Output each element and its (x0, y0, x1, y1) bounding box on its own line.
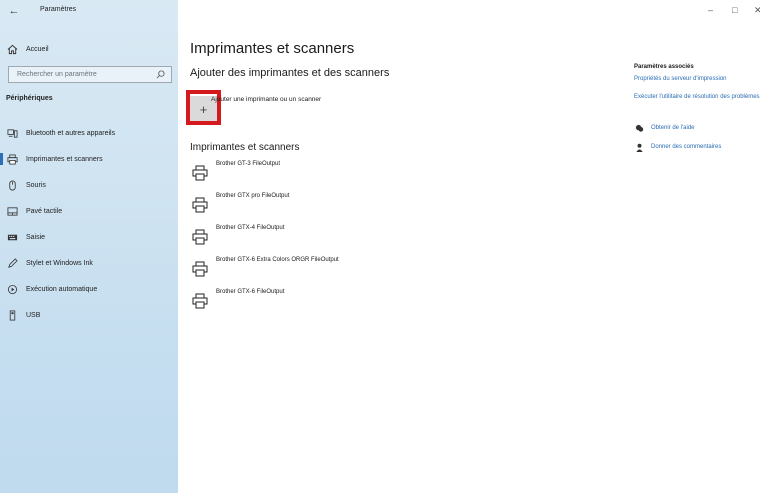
home-icon (6, 43, 18, 55)
printer-item[interactable]: Brother GTX-6 Extra Colors ORGR FileOutp… (190, 254, 490, 286)
feedback-row[interactable]: Donner des commentaires (634, 142, 760, 152)
printer-name: Brother GTX-6 FileOutput (216, 289, 285, 295)
sidebar-item-label: USB (26, 311, 41, 319)
get-help-link[interactable]: Obtenir de l'aide (651, 125, 695, 131)
bluetooth-devices-icon (6, 127, 18, 139)
search-icon[interactable] (156, 66, 165, 84)
autoplay-icon (6, 283, 18, 295)
printer-icon (192, 229, 208, 245)
printer-name: Brother GTX-6 Extra Colors ORGR FileOutp… (216, 257, 339, 263)
minimize-button[interactable]: – (708, 5, 713, 15)
get-help-row[interactable]: Obtenir de l'aide (634, 123, 760, 133)
sidebar-item-label: Saisie (26, 233, 46, 241)
printer-item[interactable]: Brother GT-3 FileOutput (190, 158, 490, 190)
add-printer-label[interactable]: Ajouter une imprimante ou un scanner (211, 96, 321, 103)
touchpad-icon (6, 205, 18, 217)
sidebar-item-bluetooth[interactable]: Bluetooth et autres appareils (0, 120, 178, 146)
search-input[interactable]: Rechercher un paramètre (8, 66, 172, 83)
page-title: Imprimantes et scanners (190, 40, 355, 57)
troubleshooter-link[interactable]: Exécuter l'utilitaire de résolution des … (634, 93, 760, 102)
printer-icon (192, 197, 208, 213)
help-chat-icon (634, 123, 644, 133)
printer-item[interactable]: Brother GTX-4 FileOutput (190, 222, 490, 254)
usb-icon (6, 309, 18, 321)
sidebar-section-title: Périphériques (6, 95, 53, 102)
sidebar-home[interactable]: Accueil (6, 42, 49, 56)
sidebar-item-label: Stylet et Windows Ink (26, 259, 93, 267)
sidebar-item-label: Pavé tactile (26, 207, 63, 215)
sidebar-item-touchpad[interactable]: Pavé tactile (0, 198, 178, 224)
feedback-link[interactable]: Donner des commentaires (651, 144, 721, 150)
sidebar-home-label: Accueil (26, 45, 49, 53)
sidebar-item-label: Exécution automatique (26, 285, 98, 293)
sidebar-item-label: Imprimantes et scanners (26, 155, 103, 163)
sidebar-item-usb[interactable]: USB (0, 302, 178, 328)
sidebar-item-printers[interactable]: Imprimantes et scanners (0, 146, 178, 172)
sidebar-item-mouse[interactable]: Souris (0, 172, 178, 198)
printer-icon (192, 165, 208, 181)
main-content: Imprimantes et scanners Ajouter des impr… (178, 24, 760, 493)
sidebar-item-typing[interactable]: Saisie (0, 224, 178, 250)
search-placeholder: Rechercher un paramètre (17, 71, 97, 78)
sidebar-item-autoplay[interactable]: Exécution automatique (0, 276, 178, 302)
printer-name: Brother GT-3 FileOutput (216, 161, 281, 167)
add-section-title: Ajouter des imprimantes et des scanners (190, 67, 390, 79)
related-settings-title: Paramètres associés (634, 64, 694, 70)
related-settings: Paramètres associés Propriétés du serveu… (634, 64, 760, 161)
feedback-icon (634, 142, 644, 152)
printer-list: Brother GT-3 FileOutput Brother GTX pro … (190, 158, 490, 318)
printer-icon (192, 261, 208, 277)
settings-window: Accueil Rechercher un paramètre Périphér… (0, 0, 760, 493)
printer-icon (192, 293, 208, 309)
close-button[interactable]: ✕ (754, 5, 760, 15)
pen-icon (6, 257, 18, 269)
printer-icon (6, 153, 18, 165)
printer-name: Brother GTX-4 FileOutput (216, 225, 285, 231)
sidebar-item-label: Souris (26, 181, 46, 189)
window-title: Paramètres (40, 6, 77, 13)
mouse-icon (6, 179, 18, 191)
sidebar-nav: Bluetooth et autres appareils Imprimante… (0, 120, 178, 328)
printer-item[interactable]: Brother GTX pro FileOutput (190, 190, 490, 222)
print-server-properties-link[interactable]: Propriétés du serveur d'impression (634, 75, 760, 84)
printers-section-title: Imprimantes et scanners (190, 142, 300, 153)
printer-name: Brother GTX pro FileOutput (216, 193, 290, 199)
sidebar: Accueil Rechercher un paramètre Périphér… (0, 0, 178, 493)
maximize-button[interactable]: □ (732, 5, 737, 15)
sidebar-item-pen[interactable]: Stylet et Windows Ink (0, 250, 178, 276)
keyboard-icon (6, 231, 18, 243)
sidebar-item-label: Bluetooth et autres appareils (26, 129, 116, 137)
back-arrow-icon[interactable]: ← (6, 4, 22, 18)
printer-item[interactable]: Brother GTX-6 FileOutput (190, 286, 490, 318)
title-bar: ← Paramètres – □ ✕ (0, 0, 760, 24)
